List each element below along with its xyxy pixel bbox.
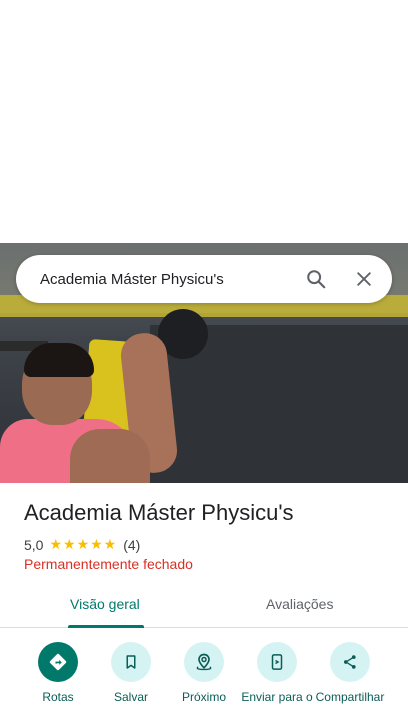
send-circle [257, 642, 297, 682]
place-title: Academia Máster Physicu's [24, 500, 294, 525]
directions-circle [38, 642, 78, 682]
directions-label: Rotas [42, 690, 74, 704]
save-button[interactable]: Salvar [93, 642, 169, 704]
tab-indicator [68, 625, 144, 628]
close-icon [357, 272, 371, 286]
share-icon [344, 655, 356, 669]
nearby-label: Próximo [181, 690, 226, 704]
nearby-icon [196, 653, 212, 671]
rating-row[interactable]: 5,0 ★★★★★ (4) [24, 536, 140, 553]
tab-reviews[interactable]: Avaliações [266, 596, 333, 612]
share-button[interactable]: Compartilhar [312, 642, 388, 704]
action-bar: Rotas Salvar Próximo Enviar para o Compa… [0, 642, 408, 726]
share-label: Compartilhar [315, 690, 385, 704]
photo-hair [24, 343, 94, 377]
search-bar[interactable]: Academia Máster Physicu's [16, 255, 392, 303]
send-label: Enviar para o [241, 690, 313, 704]
status-text: Permanentemente fechado [24, 556, 193, 572]
rating-stars: ★★★★★ [49, 536, 118, 552]
directions-icon [49, 653, 67, 671]
clear-button[interactable] [340, 255, 388, 303]
share-circle [330, 642, 370, 682]
save-label: Salvar [113, 690, 148, 704]
tab-overview[interactable]: Visão geral [70, 596, 140, 612]
send-to-phone-icon [271, 654, 283, 670]
search-button[interactable] [292, 255, 340, 303]
nearby-circle [184, 642, 224, 682]
search-icon [307, 270, 326, 289]
directions-button[interactable]: Rotas [20, 642, 96, 704]
photo-shoulder [70, 429, 150, 483]
search-query[interactable]: Academia Máster Physicu's [40, 271, 292, 288]
nearby-button[interactable]: Próximo [166, 642, 242, 704]
place-details-screen: Academia Máster Physicu's Academia Máste… [0, 0, 408, 726]
map-area[interactable] [0, 0, 408, 243]
send-to-phone-button[interactable]: Enviar para o [239, 642, 315, 704]
save-circle [111, 642, 151, 682]
tab-bar: Visão geral Avaliações [0, 586, 408, 628]
bookmark-icon [126, 655, 136, 669]
rating-value: 5,0 [24, 536, 44, 553]
review-count: (4) [123, 536, 141, 553]
